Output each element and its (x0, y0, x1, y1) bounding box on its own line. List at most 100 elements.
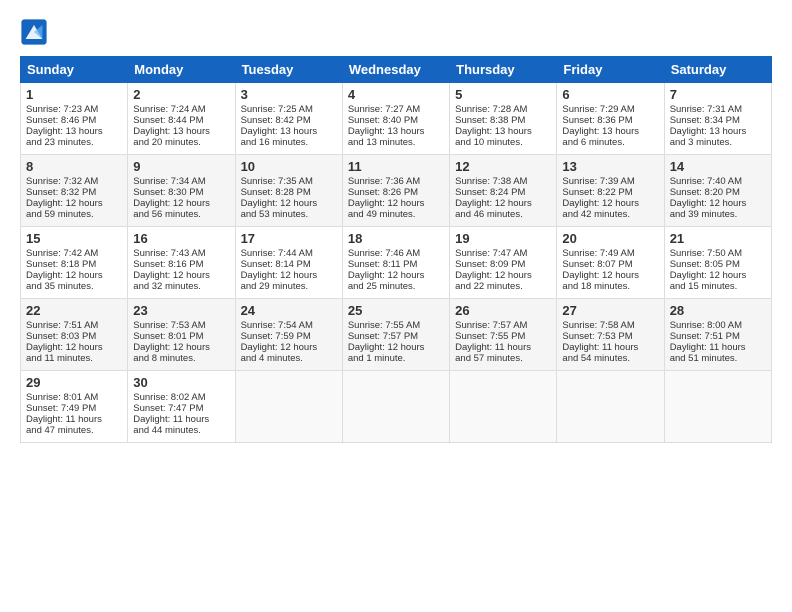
cell-info-line: and 51 minutes. (670, 353, 766, 364)
cell-info-line: Sunset: 8:26 PM (348, 187, 444, 198)
col-header-wednesday: Wednesday (342, 57, 449, 83)
calendar-table: SundayMondayTuesdayWednesdayThursdayFrid… (20, 56, 772, 443)
calendar-cell: 2Sunrise: 7:24 AMSunset: 8:44 PMDaylight… (128, 83, 235, 155)
cell-info-line: Sunset: 7:57 PM (348, 331, 444, 342)
logo-icon (20, 18, 48, 46)
day-number: 7 (670, 87, 766, 102)
calendar-cell: 27Sunrise: 7:58 AMSunset: 7:53 PMDayligh… (557, 299, 664, 371)
day-number: 8 (26, 159, 122, 174)
calendar-cell: 15Sunrise: 7:42 AMSunset: 8:18 PMDayligh… (21, 227, 128, 299)
calendar-cell: 30Sunrise: 8:02 AMSunset: 7:47 PMDayligh… (128, 371, 235, 443)
cell-info-line: and 15 minutes. (670, 281, 766, 292)
cell-info-line: Daylight: 12 hours (562, 270, 658, 281)
cell-info-line: Sunrise: 7:25 AM (241, 104, 337, 115)
cell-info-line: Daylight: 12 hours (26, 342, 122, 353)
day-number: 20 (562, 231, 658, 246)
header-row: SundayMondayTuesdayWednesdayThursdayFrid… (21, 57, 772, 83)
calendar-week-3: 15Sunrise: 7:42 AMSunset: 8:18 PMDayligh… (21, 227, 772, 299)
cell-info-line: Sunset: 8:34 PM (670, 115, 766, 126)
cell-info-line: Sunrise: 7:55 AM (348, 320, 444, 331)
cell-info-line: Sunset: 8:18 PM (26, 259, 122, 270)
cell-info-line: Daylight: 11 hours (26, 414, 122, 425)
day-number: 10 (241, 159, 337, 174)
cell-info-line: Daylight: 13 hours (670, 126, 766, 137)
day-number: 28 (670, 303, 766, 318)
day-number: 25 (348, 303, 444, 318)
cell-info-line: Daylight: 12 hours (241, 270, 337, 281)
cell-info-line: and 22 minutes. (455, 281, 551, 292)
cell-info-line: Sunset: 8:30 PM (133, 187, 229, 198)
cell-info-line: Daylight: 13 hours (241, 126, 337, 137)
cell-info-line: Daylight: 12 hours (670, 270, 766, 281)
calendar-cell: 21Sunrise: 7:50 AMSunset: 8:05 PMDayligh… (664, 227, 771, 299)
cell-info-line: Sunset: 8:11 PM (348, 259, 444, 270)
cell-info-line: Daylight: 13 hours (562, 126, 658, 137)
cell-info-line: and 11 minutes. (26, 353, 122, 364)
calendar-cell: 16Sunrise: 7:43 AMSunset: 8:16 PMDayligh… (128, 227, 235, 299)
cell-info-line: and 44 minutes. (133, 425, 229, 436)
page: SundayMondayTuesdayWednesdayThursdayFrid… (0, 0, 792, 453)
cell-info-line: Sunset: 8:03 PM (26, 331, 122, 342)
calendar-cell (235, 371, 342, 443)
cell-info-line: Daylight: 12 hours (348, 342, 444, 353)
day-number: 3 (241, 87, 337, 102)
cell-info-line: Daylight: 12 hours (241, 198, 337, 209)
col-header-saturday: Saturday (664, 57, 771, 83)
cell-info-line: and 57 minutes. (455, 353, 551, 364)
cell-info-line: Sunrise: 7:51 AM (26, 320, 122, 331)
cell-info-line: and 42 minutes. (562, 209, 658, 220)
cell-info-line: Sunrise: 7:40 AM (670, 176, 766, 187)
calendar-cell: 3Sunrise: 7:25 AMSunset: 8:42 PMDaylight… (235, 83, 342, 155)
calendar-cell: 29Sunrise: 8:01 AMSunset: 7:49 PMDayligh… (21, 371, 128, 443)
cell-info-line: and 10 minutes. (455, 137, 551, 148)
cell-info-line: Daylight: 12 hours (241, 342, 337, 353)
day-number: 27 (562, 303, 658, 318)
cell-info-line: Daylight: 12 hours (455, 198, 551, 209)
cell-info-line: Sunrise: 7:39 AM (562, 176, 658, 187)
day-number: 17 (241, 231, 337, 246)
cell-info-line: Daylight: 13 hours (133, 126, 229, 137)
cell-info-line: Sunrise: 7:49 AM (562, 248, 658, 259)
col-header-thursday: Thursday (450, 57, 557, 83)
cell-info-line: Daylight: 12 hours (670, 198, 766, 209)
cell-info-line: and 49 minutes. (348, 209, 444, 220)
cell-info-line: Daylight: 11 hours (133, 414, 229, 425)
cell-info-line: and 20 minutes. (133, 137, 229, 148)
day-number: 16 (133, 231, 229, 246)
col-header-friday: Friday (557, 57, 664, 83)
cell-info-line: Sunrise: 7:28 AM (455, 104, 551, 115)
cell-info-line: and 54 minutes. (562, 353, 658, 364)
cell-info-line: and 59 minutes. (26, 209, 122, 220)
day-number: 21 (670, 231, 766, 246)
day-number: 9 (133, 159, 229, 174)
col-header-tuesday: Tuesday (235, 57, 342, 83)
cell-info-line: Sunset: 7:49 PM (26, 403, 122, 414)
cell-info-line: Sunset: 8:44 PM (133, 115, 229, 126)
cell-info-line: and 25 minutes. (348, 281, 444, 292)
cell-info-line: Sunset: 8:38 PM (455, 115, 551, 126)
cell-info-line: and 46 minutes. (455, 209, 551, 220)
calendar-cell: 23Sunrise: 7:53 AMSunset: 8:01 PMDayligh… (128, 299, 235, 371)
cell-info-line: Sunset: 7:51 PM (670, 331, 766, 342)
cell-info-line: Sunrise: 7:34 AM (133, 176, 229, 187)
cell-info-line: Sunrise: 7:31 AM (670, 104, 766, 115)
cell-info-line: Sunset: 8:32 PM (26, 187, 122, 198)
cell-info-line: Sunset: 8:20 PM (670, 187, 766, 198)
cell-info-line: Sunrise: 7:50 AM (670, 248, 766, 259)
calendar-cell: 5 Sunrise: 7:28 AMSunset: 8:38 PMDaylight… (450, 83, 557, 155)
day-number: 5 (455, 87, 551, 102)
cell-info-line: Sunset: 8:09 PM (455, 259, 551, 270)
calendar-cell: 17Sunrise: 7:44 AMSunset: 8:14 PMDayligh… (235, 227, 342, 299)
cell-info-line: and 3 minutes. (670, 137, 766, 148)
cell-info-line: Daylight: 13 hours (455, 126, 551, 137)
cell-info-line: Sunset: 8:07 PM (562, 259, 658, 270)
cell-info-line: Daylight: 12 hours (348, 270, 444, 281)
day-number: 14 (670, 159, 766, 174)
cell-info-line: Sunrise: 8:01 AM (26, 392, 122, 403)
day-number: 22 (26, 303, 122, 318)
calendar-cell: 7 Sunrise: 7:31 AMSunset: 8:34 PMDaylight… (664, 83, 771, 155)
cell-info-line: Sunrise: 7:24 AM (133, 104, 229, 115)
col-header-monday: Monday (128, 57, 235, 83)
cell-info-line: Sunset: 8:01 PM (133, 331, 229, 342)
day-number: 30 (133, 375, 229, 390)
